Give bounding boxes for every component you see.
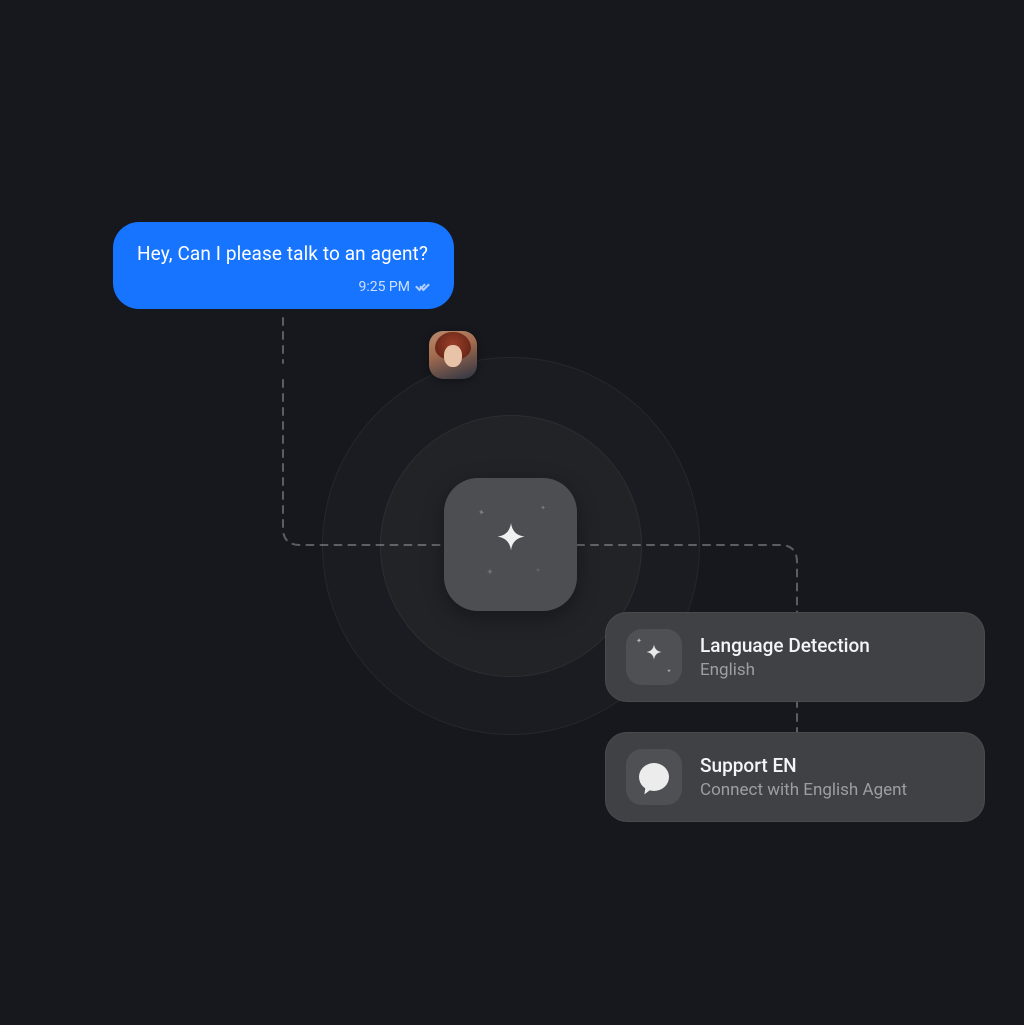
user-message-text: Hey, Can I please talk to an agent?: [137, 242, 430, 265]
sparkle-icon: [533, 567, 543, 577]
language-detection-card[interactable]: Language Detection English: [605, 612, 985, 702]
sparkle-icon: [626, 629, 682, 685]
chat-icon: [626, 749, 682, 805]
card-title: Support EN: [700, 754, 907, 778]
user-avatar: [429, 331, 477, 379]
user-message-bubble: Hey, Can I please talk to an agent? 9:25…: [113, 222, 454, 309]
ai-hub-tile: [444, 478, 577, 611]
sparkle-icon: [537, 504, 549, 516]
sparkle-icon: [473, 507, 489, 523]
message-timestamp: 9:25 PM: [358, 279, 410, 295]
sparkle-icon: [486, 520, 536, 570]
card-subtitle: Connect with English Agent: [700, 780, 907, 800]
read-receipt-icon: [416, 282, 430, 292]
card-subtitle: English: [700, 660, 870, 680]
flow-diagram: Hey, Can I please talk to an agent? 9:25…: [0, 0, 1024, 1025]
sparkle-icon: [482, 567, 498, 583]
support-card[interactable]: Support EN Connect with English Agent: [605, 732, 985, 822]
card-title: Language Detection: [700, 634, 870, 658]
